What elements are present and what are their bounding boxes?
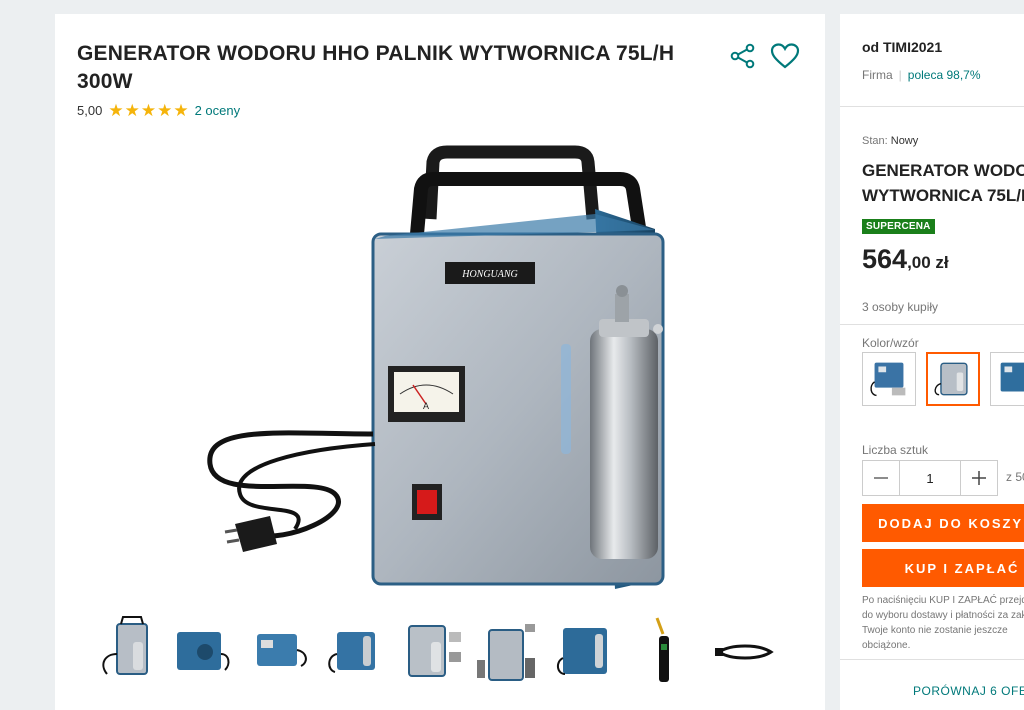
buy-now-button[interactable]: KUP I ZAPŁAĆ xyxy=(862,549,1024,587)
heart-icon[interactable] xyxy=(770,42,800,70)
compare-offers-link[interactable]: PORÓWNAJ 6 OFERT xyxy=(913,684,1024,698)
offer-title-line-2: WYTWORNICA 75L/H 300W xyxy=(862,186,1024,205)
thumbnail-6[interactable] xyxy=(475,614,539,686)
thumbnail-strip xyxy=(95,614,795,694)
minus-icon[interactable] xyxy=(863,461,899,495)
seller-name[interactable]: od TIMI2021 xyxy=(862,39,942,55)
star-icon: ★ xyxy=(140,101,157,120)
add-to-cart-button[interactable]: DODAJ DO KOSZYKA xyxy=(862,504,1024,542)
separator: | xyxy=(898,68,902,82)
condition-label: Stan: xyxy=(862,135,888,147)
rating-stars: ★ ★ ★ ★ ★ xyxy=(108,102,188,119)
quantity-label: Liczba sztuk xyxy=(862,443,929,457)
thumbnail-9[interactable] xyxy=(713,614,777,686)
plus-icon[interactable] xyxy=(961,461,997,495)
seller-recommend[interactable]: poleca 98,7% xyxy=(908,68,981,82)
price-decimal: ,00 zł xyxy=(907,253,949,272)
purchase-note: Po naciśnięciu KUP I ZAPŁAĆ przejdziesz … xyxy=(862,595,1024,651)
rating-row: 5,00 ★ ★ ★ ★ ★ 2 oceny xyxy=(77,102,240,119)
variant-label: Kolor/wzór xyxy=(862,336,919,350)
thumbnail-7[interactable] xyxy=(555,614,619,686)
ratings-count-link[interactable]: 2 oceny xyxy=(195,103,241,118)
variant-swatch-1[interactable] xyxy=(862,352,916,406)
divider xyxy=(840,106,1024,107)
quantity-stepper xyxy=(862,460,998,496)
star-icon: ★ xyxy=(108,101,124,120)
ammeter-letter: A xyxy=(423,401,429,411)
bought-count: 3 osoby kupiły xyxy=(862,300,939,314)
rating-value: 5,00 xyxy=(77,103,103,118)
variant-swatch-2[interactable] xyxy=(926,352,980,406)
offer-sidebar: od TIMI2021 Firma | poleca 98,7% Stan: Now… xyxy=(840,14,1024,710)
star-icon: ★ xyxy=(124,101,140,120)
condition-value: Nowy xyxy=(890,135,919,147)
quantity-available: z 50 sztuk xyxy=(1006,470,1024,484)
thumbnail-4[interactable] xyxy=(323,614,387,686)
divider xyxy=(840,324,1024,325)
thumbnail-1[interactable] xyxy=(95,614,159,686)
price: 564,00 zł xyxy=(862,244,949,275)
seller-meta: Firma | poleca 98,7% xyxy=(862,68,981,82)
thumbnail-5[interactable] xyxy=(399,614,463,686)
thumbnail-3[interactable] xyxy=(247,614,311,686)
seller-type: Firma xyxy=(862,68,893,82)
thumbnail-8[interactable] xyxy=(635,614,699,686)
brand-label: HONGUANG xyxy=(461,269,518,280)
main-product-image[interactable]: HONGUANG A xyxy=(55,134,825,604)
product-card: GENERATOR WODORU HHO PALNIK WYTWORNICA 7… xyxy=(55,14,825,710)
offer-title: GENERATOR WODORU HHO PALNIK WYTWORNICA 7… xyxy=(862,158,1024,208)
price-main: 564 xyxy=(862,244,908,274)
condition: Stan: Nowy xyxy=(862,135,918,147)
variant-swatch-3[interactable] xyxy=(990,352,1024,406)
product-title: GENERATOR WODORU HHO PALNIK WYTWORNICA 7… xyxy=(77,42,675,93)
star-icon: ★ xyxy=(173,101,189,120)
offer-title-line-1: GENERATOR WODORU HHO PALNIK xyxy=(862,161,1024,180)
supercena-badge: SUPERCENA xyxy=(862,219,935,234)
thumbnail-2[interactable] xyxy=(169,614,233,686)
divider xyxy=(840,659,1024,660)
star-icon: ★ xyxy=(157,101,173,120)
share-icon[interactable] xyxy=(729,42,757,70)
quantity-input[interactable] xyxy=(899,461,961,495)
